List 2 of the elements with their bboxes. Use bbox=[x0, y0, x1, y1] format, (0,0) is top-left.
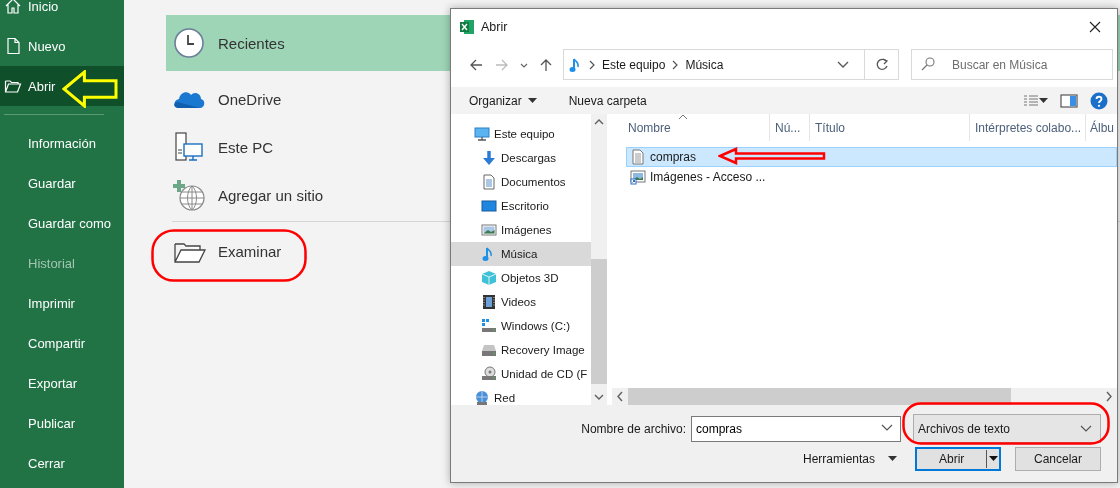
window-title: Abrir bbox=[481, 20, 509, 34]
field-label: Nombre de archivo: bbox=[581, 421, 686, 436]
